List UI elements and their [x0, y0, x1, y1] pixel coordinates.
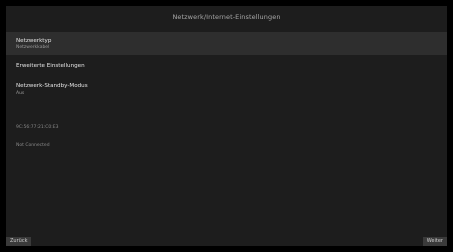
mac-address: 9C:56:77:21:C0:E3	[16, 125, 59, 130]
menu-item-netzwerktyp[interactable]: Netzwerktyp Netzwerkkabel	[6, 32, 447, 55]
menu-item-erweiterte-einstellungen[interactable]: Erweiterte Einstellungen	[6, 59, 447, 73]
menu-item-value: Netzwerkkabel	[16, 45, 50, 50]
menu-item-label: Netzwerk-Standby-Modus	[16, 83, 88, 89]
page-title: Netzwerk/Internet-Einstellungen	[172, 13, 281, 21]
next-button[interactable]: Weiter	[422, 237, 447, 246]
tv-settings-screen: Netzwerk/Internet-Einstellungen Netzwerk…	[0, 0, 453, 252]
settings-panel: Netzwerk/Internet-Einstellungen Netzwerk…	[6, 6, 447, 246]
back-button[interactable]: Zurück	[6, 237, 32, 246]
menu-item-netzwerk-standby-modus[interactable]: Netzwerk-Standby-Modus Aus	[6, 80, 447, 102]
menu-item-label: Netzwerktyp	[16, 38, 52, 44]
menu-item-label: Erweiterte Einstellungen	[16, 63, 85, 69]
connection-status: Not Connected	[16, 143, 50, 148]
menu-item-value: Aus	[16, 91, 25, 96]
